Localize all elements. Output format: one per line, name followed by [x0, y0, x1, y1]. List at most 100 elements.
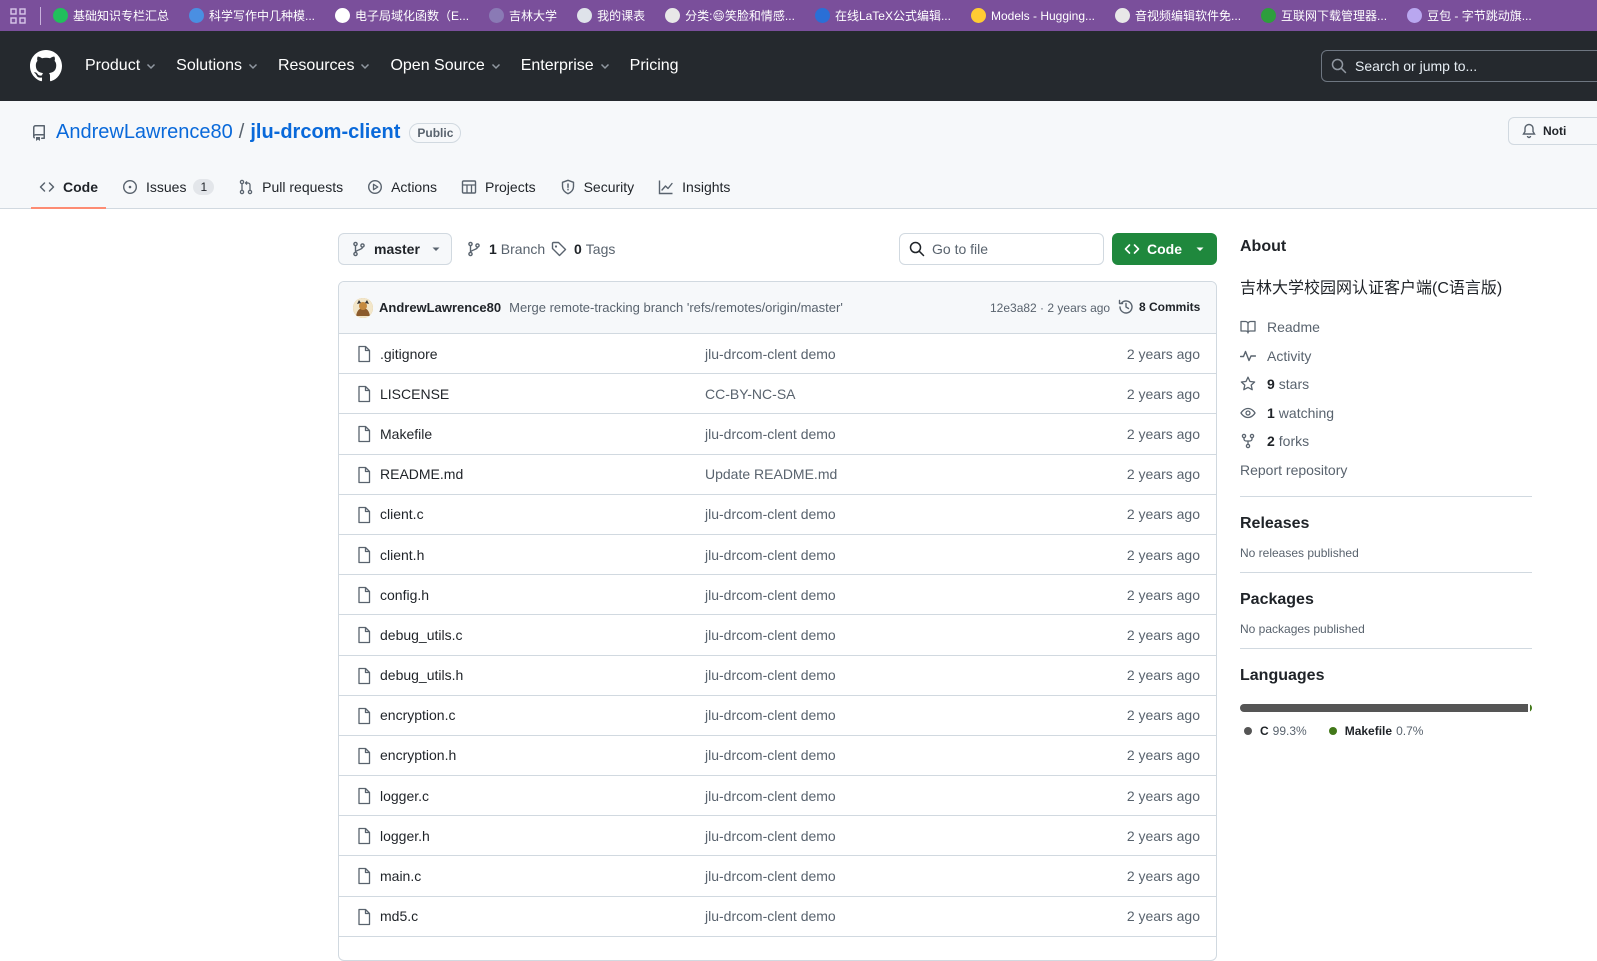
file-name-link[interactable]: client.h	[380, 547, 424, 563]
table-row[interactable]: config.h jlu-drcom-clent demo 2 years ago	[339, 575, 1216, 616]
stars-link[interactable]: 9 stars	[1240, 370, 1532, 399]
file-commit-message-link[interactable]: Update README.md	[705, 466, 837, 482]
bookmark-item[interactable]: 我的课表	[577, 7, 645, 24]
github-logo-icon[interactable]	[30, 50, 62, 82]
file-name-link[interactable]: README.md	[380, 466, 463, 482]
branch-select-button[interactable]: master	[338, 233, 452, 265]
file-name-link[interactable]: client.c	[380, 506, 424, 522]
nav-item-enterprise[interactable]: Enterprise	[521, 57, 611, 75]
file-commit-message-link[interactable]: jlu-drcom-clent demo	[705, 346, 836, 362]
table-row[interactable]: logger.c jlu-drcom-clent demo 2 years ago	[339, 776, 1216, 817]
file-name-link[interactable]: main.c	[380, 868, 421, 884]
notifications-button[interactable]: Noti	[1508, 117, 1597, 145]
file-commit-date: 2 years ago	[1126, 868, 1200, 885]
file-commit-message-link[interactable]: jlu-drcom-clent demo	[705, 426, 836, 442]
nav-item-product[interactable]: Product	[85, 57, 157, 75]
tab-code[interactable]: Code	[31, 167, 106, 209]
tab-label: Insights	[682, 179, 731, 195]
file-commit-message-link[interactable]: jlu-drcom-clent demo	[705, 547, 836, 563]
file-commit-message-link[interactable]: CC-BY-NC-SA	[705, 386, 796, 402]
bookmark-item[interactable]: 吉林大学	[489, 7, 557, 24]
bookmark-item[interactable]: Models - Hugging...	[970, 8, 1095, 23]
bookmark-item[interactable]: 互联网下载管理器...	[1261, 7, 1387, 24]
repo-name-link[interactable]: jlu-drcom-client	[250, 121, 400, 144]
file-commit-message-link[interactable]: jlu-drcom-clent demo	[705, 707, 836, 723]
repo-owner-link[interactable]: AndrewLawrence80	[56, 121, 233, 144]
file-name-link[interactable]: Makefile	[380, 426, 432, 442]
branches-link[interactable]: 1 Branch	[466, 233, 545, 265]
code-dropdown-button[interactable]: Code	[1112, 233, 1217, 265]
tab-actions[interactable]: Actions	[359, 167, 445, 207]
file-name-link[interactable]: md5.c	[380, 908, 418, 924]
file-commit-message-link[interactable]: jlu-drcom-clent demo	[705, 868, 836, 884]
file-name-link[interactable]: config.h	[380, 587, 429, 603]
bookmark-item[interactable]: 音视频编辑软件免...	[1115, 7, 1241, 24]
global-search-input[interactable]: Search or jump to...	[1321, 50, 1597, 82]
avatar[interactable]	[353, 297, 373, 318]
table-row[interactable]: encryption.c jlu-drcom-clent demo 2 years …	[339, 696, 1216, 736]
tab-security[interactable]: Security	[552, 167, 643, 207]
releases-heading[interactable]: Releases	[1240, 515, 1532, 533]
packages-heading[interactable]: Packages	[1240, 591, 1532, 609]
bookmark-item[interactable]: 分类:😄笑脸和情感...	[665, 7, 795, 24]
table-row[interactable]: encryption.h jlu-drcom-clent demo 2 years …	[339, 736, 1216, 777]
table-row[interactable]: debug_utils.c jlu-drcom-clent demo 2 years…	[339, 615, 1216, 656]
tab-insights[interactable]: Insights	[650, 167, 738, 207]
nav-item-resources[interactable]: Resources	[278, 57, 371, 75]
file-commit-message-link[interactable]: jlu-drcom-clent demo	[705, 828, 836, 844]
go-to-file-input[interactable]: Go to file	[899, 233, 1104, 265]
file-name-link[interactable]: logger.h	[380, 828, 430, 844]
bookmark-item[interactable]: 科学写作中几种模...	[189, 7, 315, 24]
readme-link[interactable]: Readme	[1240, 313, 1532, 342]
file-commit-message-link[interactable]: jlu-drcom-clent demo	[705, 908, 836, 924]
nav-item-pricing[interactable]: Pricing	[630, 57, 679, 75]
file-commit-message-link[interactable]: jlu-drcom-clent demo	[705, 587, 836, 603]
bookmarks-divider	[40, 6, 41, 25]
activity-link[interactable]: Activity	[1240, 342, 1532, 371]
file-name-link[interactable]: .gitignore	[380, 346, 438, 362]
file-commit-message-link[interactable]: jlu-drcom-clent demo	[705, 627, 836, 643]
bookmark-item[interactable]: 基础知识专栏汇总	[53, 7, 169, 24]
table-row[interactable]: client.c jlu-drcom-clent demo 2 years ago	[339, 495, 1216, 535]
file-name-link[interactable]: debug_utils.h	[380, 667, 463, 683]
nav-item-solutions[interactable]: Solutions	[176, 57, 259, 75]
bookmark-item[interactable]: 在线LaTeX公式编辑...	[814, 7, 951, 24]
file-commit-message-link[interactable]: jlu-drcom-clent demo	[705, 747, 836, 763]
visibility-badge: Public	[409, 122, 462, 143]
file-commit-message-link[interactable]: jlu-drcom-clent demo	[705, 788, 836, 804]
commits-history-link[interactable]: 8 Commits	[1118, 299, 1200, 315]
language-item[interactable]: Makefile 0.7%	[1328, 724, 1423, 738]
file-name-link[interactable]: logger.c	[380, 788, 429, 804]
table-row[interactable]: README.md Update README.md 2 years ago	[339, 455, 1216, 495]
table-row[interactable]: md5.c jlu-drcom-clent demo 2 years ago	[339, 897, 1216, 937]
table-row[interactable]: client.h jlu-drcom-clent demo 2 years ago	[339, 535, 1216, 576]
tags-link[interactable]: 0 Tags	[551, 233, 615, 265]
commit-author-link[interactable]: AndrewLawrence80	[379, 300, 501, 315]
file-name-link[interactable]: LISCENSE	[380, 386, 449, 402]
table-row[interactable]: logger.h jlu-drcom-clent demo 2 years ago	[339, 816, 1216, 857]
bookmark-item[interactable]: 豆包 - 字节跳动旗...	[1407, 7, 1532, 24]
table-row[interactable]: LISCENSE CC-BY-NC-SA 2 years ago	[339, 374, 1216, 415]
table-row[interactable]: Makefile jlu-drcom-clent demo 2 years ago	[339, 414, 1216, 455]
commit-meta[interactable]: 12e3a82 · 2 years ago	[990, 301, 1110, 315]
commit-message-link[interactable]: Merge remote-tracking branch 'refs/remot…	[509, 300, 843, 315]
tab-pull-requests[interactable]: Pull requests	[230, 167, 351, 207]
table-row[interactable]: .gitignore jlu-drcom-clent demo 2 years ag…	[339, 334, 1216, 375]
file-name-link[interactable]: encryption.c	[380, 707, 455, 723]
file-commit-message-link[interactable]: jlu-drcom-clent demo	[705, 667, 836, 683]
file-name-link[interactable]: debug_utils.c	[380, 627, 463, 643]
apps-grid-icon[interactable]	[10, 7, 26, 24]
table-row[interactable]: main.c jlu-drcom-clent demo 2 years ago	[339, 856, 1216, 897]
nav-item-open-source[interactable]: Open Source	[390, 57, 501, 75]
file-commit-message-link[interactable]: jlu-drcom-clent demo	[705, 506, 836, 522]
chevron-down-icon	[147, 63, 156, 70]
report-repository-link[interactable]: Report repository	[1240, 456, 1532, 485]
forks-link[interactable]: 2 forks	[1240, 427, 1532, 456]
tab-projects[interactable]: Projects	[453, 167, 544, 207]
bookmark-item[interactable]: 电子局域化函数（E...	[335, 7, 469, 24]
table-row[interactable]: debug_utils.h jlu-drcom-clent demo 2 years…	[339, 656, 1216, 696]
watchers-link[interactable]: 1 watching	[1240, 399, 1532, 428]
tab-issues[interactable]: Issues 1	[114, 167, 222, 207]
language-item[interactable]: C 99.3%	[1244, 724, 1307, 738]
file-name-link[interactable]: encryption.h	[380, 747, 456, 763]
